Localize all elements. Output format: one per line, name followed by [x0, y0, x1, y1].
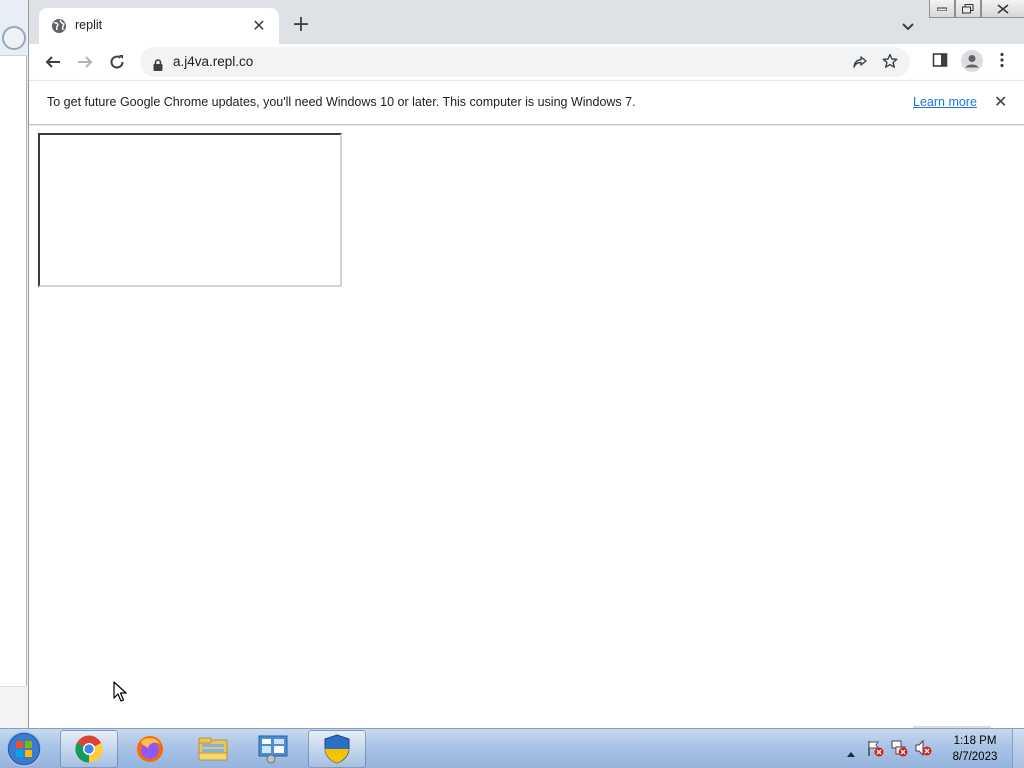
taskbar-firefox[interactable]	[121, 730, 179, 768]
page-content	[29, 126, 1024, 728]
side-panel-icon[interactable]	[932, 52, 948, 72]
globe-icon	[51, 18, 67, 34]
taskbar-file-explorer[interactable]	[184, 730, 242, 768]
start-button[interactable]	[4, 731, 50, 767]
tab-replit[interactable]: replit ✕	[39, 8, 279, 44]
forward-arrow-icon[interactable]	[73, 50, 97, 74]
clock-time: 1:18 PM	[953, 735, 997, 747]
close-window-button[interactable]	[981, 0, 1024, 18]
share-icon[interactable]	[852, 54, 868, 74]
taskbar-clock[interactable]: 1:18 PM 8/7/2023	[940, 733, 1010, 765]
background-window[interactable]	[0, 0, 27, 728]
minimize-button[interactable]	[929, 0, 955, 18]
infobar-close-icon[interactable]: ✕	[994, 93, 1007, 111]
back-arrow-icon[interactable]	[41, 50, 65, 74]
kebab-menu-icon[interactable]	[999, 52, 1005, 72]
browser-toolbar: a.j4va.repl.co	[29, 44, 1024, 80]
background-window-icon	[2, 26, 26, 50]
background-window-footer	[0, 686, 27, 728]
tab-title: replit	[75, 18, 103, 32]
show-desktop-button[interactable]	[1012, 729, 1024, 768]
address-bar[interactable]: a.j4va.repl.co	[140, 47, 910, 77]
learn-more-link[interactable]: Learn more	[913, 95, 977, 109]
desktop: replit ✕ + a.j4va.repl.co To get future …	[0, 0, 1024, 768]
window-controls	[929, 0, 1024, 18]
tab-strip: replit ✕ +	[29, 0, 1024, 44]
chrome-window: replit ✕ + a.j4va.repl.co To get future …	[28, 0, 1024, 728]
network-icon[interactable]	[890, 739, 908, 761]
mouse-cursor-icon	[113, 681, 127, 707]
action-center-flag-icon[interactable]	[866, 739, 884, 761]
maximize-button[interactable]	[955, 0, 981, 18]
lock-icon[interactable]	[153, 56, 163, 75]
infobar-message: To get future Google Chrome updates, you…	[47, 95, 636, 109]
profile-avatar-icon[interactable]	[961, 50, 983, 76]
tab-close-icon[interactable]: ✕	[249, 16, 269, 36]
url-text[interactable]: a.j4va.repl.co	[173, 54, 253, 69]
volume-muted-icon[interactable]	[914, 739, 932, 761]
taskbar-security[interactable]	[308, 730, 366, 768]
update-infobar: To get future Google Chrome updates, you…	[29, 80, 1024, 125]
taskbar: 1:18 PM 8/7/2023	[0, 728, 1024, 768]
bookmark-star-icon[interactable]	[882, 53, 898, 73]
show-hidden-icons-arrow-icon[interactable]	[846, 743, 856, 762]
clock-date: 8/7/2023	[952, 751, 998, 763]
reload-icon[interactable]	[105, 50, 129, 74]
embedded-frame[interactable]	[38, 133, 342, 287]
taskbar-chrome[interactable]	[60, 730, 118, 768]
taskbar-control-panel[interactable]	[244, 730, 302, 768]
new-tab-button[interactable]: +	[289, 14, 313, 38]
tab-search-chevron-icon[interactable]	[901, 17, 921, 33]
